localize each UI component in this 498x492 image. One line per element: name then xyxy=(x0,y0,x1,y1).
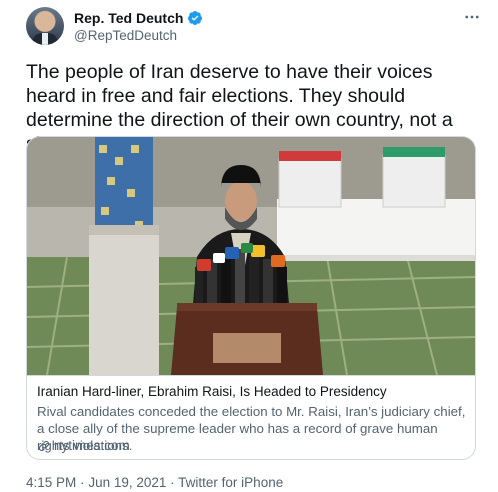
author-name-row: Rep. Ted Deutch xyxy=(74,10,203,26)
card-image xyxy=(27,137,475,375)
card-photo-illustration xyxy=(27,137,475,375)
card-domain[interactable]: nytimes.com xyxy=(54,438,130,453)
verified-badge-icon xyxy=(188,11,203,25)
author-display-name[interactable]: Rep. Ted Deutch xyxy=(74,10,183,26)
tweet-date[interactable]: Jun 19, 2021 xyxy=(88,475,166,490)
card-title[interactable]: Iranian Hard-liner, Ebrahim Raisi, Is He… xyxy=(37,384,387,399)
card-domain-row: nytimes.com xyxy=(37,438,130,453)
meta-separator: · xyxy=(80,475,85,490)
link-card[interactable]: Iranian Hard-liner, Ebrahim Raisi, Is He… xyxy=(26,136,476,460)
tweet: Rep. Ted Deutch @RepTedDeutch The people… xyxy=(0,0,498,492)
ellipsis-icon xyxy=(465,15,479,19)
meta-separator-2: · xyxy=(170,475,175,490)
tweet-metadata: 4:15 PM · Jun 19, 2021 · Twitter for iPh… xyxy=(26,475,283,490)
author-avatar[interactable] xyxy=(26,7,64,45)
more-options-icon[interactable] xyxy=(462,8,482,24)
tweet-source[interactable]: Twitter for iPhone xyxy=(178,475,283,490)
link-icon xyxy=(38,440,50,451)
card-meta: Iranian Hard-liner, Ebrahim Raisi, Is He… xyxy=(27,375,475,459)
tweet-time[interactable]: 4:15 PM xyxy=(26,475,76,490)
author-handle[interactable]: @RepTedDeutch xyxy=(74,28,177,43)
avatar-shirt xyxy=(42,33,48,45)
